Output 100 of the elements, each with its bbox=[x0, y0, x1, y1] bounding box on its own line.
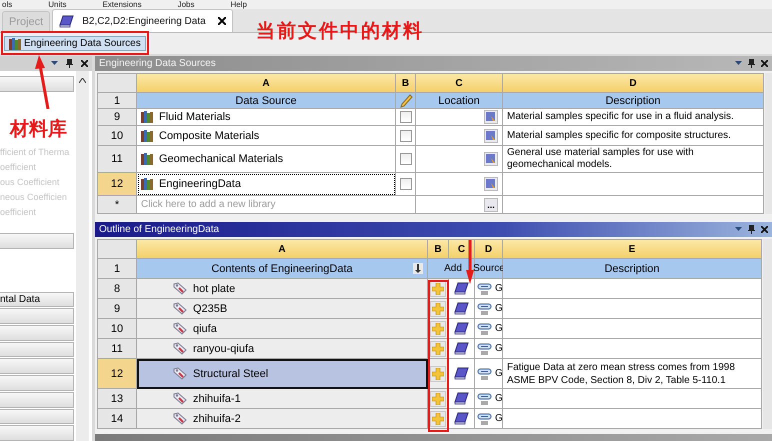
picture-icon bbox=[486, 179, 496, 189]
category-button[interactable] bbox=[0, 358, 74, 374]
column-letter: B bbox=[428, 240, 449, 259]
location-button[interactable] bbox=[484, 177, 498, 191]
category-button[interactable] bbox=[0, 325, 74, 341]
dropdown-arrow-icon[interactable] bbox=[735, 227, 742, 232]
library-name[interactable]: EngineeringData bbox=[159, 178, 241, 190]
material-name[interactable]: hot plate bbox=[193, 282, 236, 294]
close-icon[interactable] bbox=[218, 17, 226, 25]
source-text: G bbox=[495, 303, 502, 314]
link-icon bbox=[477, 392, 492, 404]
column-letter: D bbox=[475, 240, 503, 259]
material-name[interactable]: ranyou-qiufa bbox=[193, 342, 254, 354]
panel-button[interactable] bbox=[0, 76, 74, 92]
material-name[interactable]: Structural Steel bbox=[193, 368, 268, 380]
corner-cell[interactable] bbox=[98, 240, 137, 259]
source-text: G bbox=[495, 393, 502, 404]
dropdown-arrow-icon[interactable] bbox=[51, 61, 58, 66]
book-icon bbox=[59, 14, 74, 28]
checkbox[interactable] bbox=[400, 178, 412, 190]
library-name[interactable]: Composite Materials bbox=[159, 130, 260, 142]
row-number-cell: * bbox=[98, 196, 137, 214]
dropdown-arrow-icon[interactable] bbox=[735, 61, 742, 66]
add-button[interactable] bbox=[430, 300, 446, 316]
add-button[interactable] bbox=[430, 340, 446, 356]
book-icon bbox=[454, 302, 469, 315]
category-button[interactable] bbox=[0, 342, 74, 358]
engineering-data-sources-button[interactable]: Engineering Data Sources bbox=[4, 36, 146, 51]
picture-icon bbox=[486, 154, 496, 164]
material-name[interactable]: qiufa bbox=[193, 322, 217, 334]
add-button[interactable] bbox=[430, 320, 446, 336]
close-icon[interactable] bbox=[761, 60, 768, 67]
row-number-cell: 10 bbox=[98, 319, 137, 339]
column-letter: D bbox=[503, 74, 764, 93]
checkbox[interactable] bbox=[400, 153, 412, 165]
row-number-cell: 11 bbox=[98, 339, 137, 359]
library-name[interactable]: Fluid Materials bbox=[159, 111, 231, 123]
picture-icon bbox=[486, 130, 496, 140]
tab[interactable]: B2,C2,D2:Engineering Data bbox=[52, 9, 233, 32]
category-button[interactable] bbox=[0, 408, 74, 424]
pin-icon[interactable] bbox=[748, 225, 755, 234]
browse-button[interactable]: ... bbox=[484, 198, 498, 212]
scrollbar[interactable] bbox=[763, 239, 772, 429]
panel-button[interactable] bbox=[0, 232, 74, 249]
location-button[interactable] bbox=[484, 152, 498, 166]
column-header: Contents of EngineeringData bbox=[211, 262, 353, 274]
books-icon bbox=[141, 153, 153, 165]
column-letter: E bbox=[503, 240, 762, 259]
link-icon bbox=[477, 368, 492, 380]
books-icon bbox=[141, 130, 153, 142]
description-text: Fatigue Data at zero mean stress comes from 1998 ASME BPV Code, Section 8, Div 2, Table 5-110.1 bbox=[507, 360, 736, 386]
location-button[interactable] bbox=[484, 128, 498, 142]
pin-icon[interactable] bbox=[748, 59, 755, 68]
close-icon[interactable] bbox=[761, 226, 768, 233]
material-name[interactable]: zhihuifa-2 bbox=[193, 412, 241, 424]
corner-cell[interactable] bbox=[98, 74, 137, 93]
location-button[interactable] bbox=[484, 110, 498, 124]
books-icon bbox=[141, 178, 153, 190]
description-text: General use material samples for use with geomechanical models. bbox=[507, 147, 695, 171]
plus-icon bbox=[432, 342, 444, 354]
checkbox[interactable] bbox=[400, 130, 412, 142]
column-header: Description bbox=[503, 93, 764, 109]
checkbox[interactable] bbox=[400, 111, 412, 123]
menu-item[interactable]: Units bbox=[48, 0, 66, 9]
book-icon bbox=[454, 392, 469, 405]
add-button[interactable] bbox=[430, 390, 446, 406]
pencil-icon bbox=[398, 94, 412, 108]
add-button[interactable] bbox=[430, 410, 446, 426]
pin-icon[interactable] bbox=[66, 59, 73, 68]
column-header: Add bbox=[428, 259, 475, 279]
material-name[interactable]: zhihuifa-1 bbox=[193, 392, 241, 404]
column-header: Location bbox=[416, 93, 503, 109]
material-name[interactable]: Q235B bbox=[193, 302, 228, 314]
plus-icon bbox=[432, 322, 444, 334]
category-button[interactable] bbox=[0, 392, 74, 408]
column-letter: B bbox=[396, 74, 416, 93]
close-icon[interactable] bbox=[81, 60, 88, 67]
arrow bbox=[466, 240, 474, 284]
column-letter: C bbox=[416, 74, 503, 93]
category-button[interactable] bbox=[0, 375, 74, 391]
menu-item[interactable]: Jobs bbox=[178, 0, 195, 9]
category-button[interactable] bbox=[0, 425, 74, 441]
menu-item[interactable]: Help bbox=[230, 0, 247, 9]
add-button[interactable] bbox=[430, 366, 446, 382]
menu-item[interactable]: Extensions bbox=[102, 0, 142, 9]
description-text: Material samples specific for use in a fluid analysis. bbox=[507, 111, 734, 123]
sort-icon[interactable] bbox=[413, 263, 423, 274]
menu-item[interactable]: ols bbox=[2, 0, 12, 9]
plus-icon bbox=[432, 412, 444, 424]
book-icon bbox=[454, 342, 469, 355]
source-text: G bbox=[495, 323, 502, 334]
library-name[interactable]: Geomechanical Materials bbox=[159, 153, 284, 165]
category-button[interactable]: ntal Data bbox=[0, 292, 74, 308]
category-button[interactable] bbox=[0, 308, 74, 324]
row-number-cell: 9 bbox=[98, 299, 137, 319]
scrollbar[interactable] bbox=[765, 73, 772, 214]
row-number-cell: 1 bbox=[98, 259, 137, 279]
plus-icon bbox=[432, 302, 444, 314]
scrollbar[interactable] bbox=[76, 71, 89, 441]
row-number-cell: 9 bbox=[98, 109, 137, 126]
